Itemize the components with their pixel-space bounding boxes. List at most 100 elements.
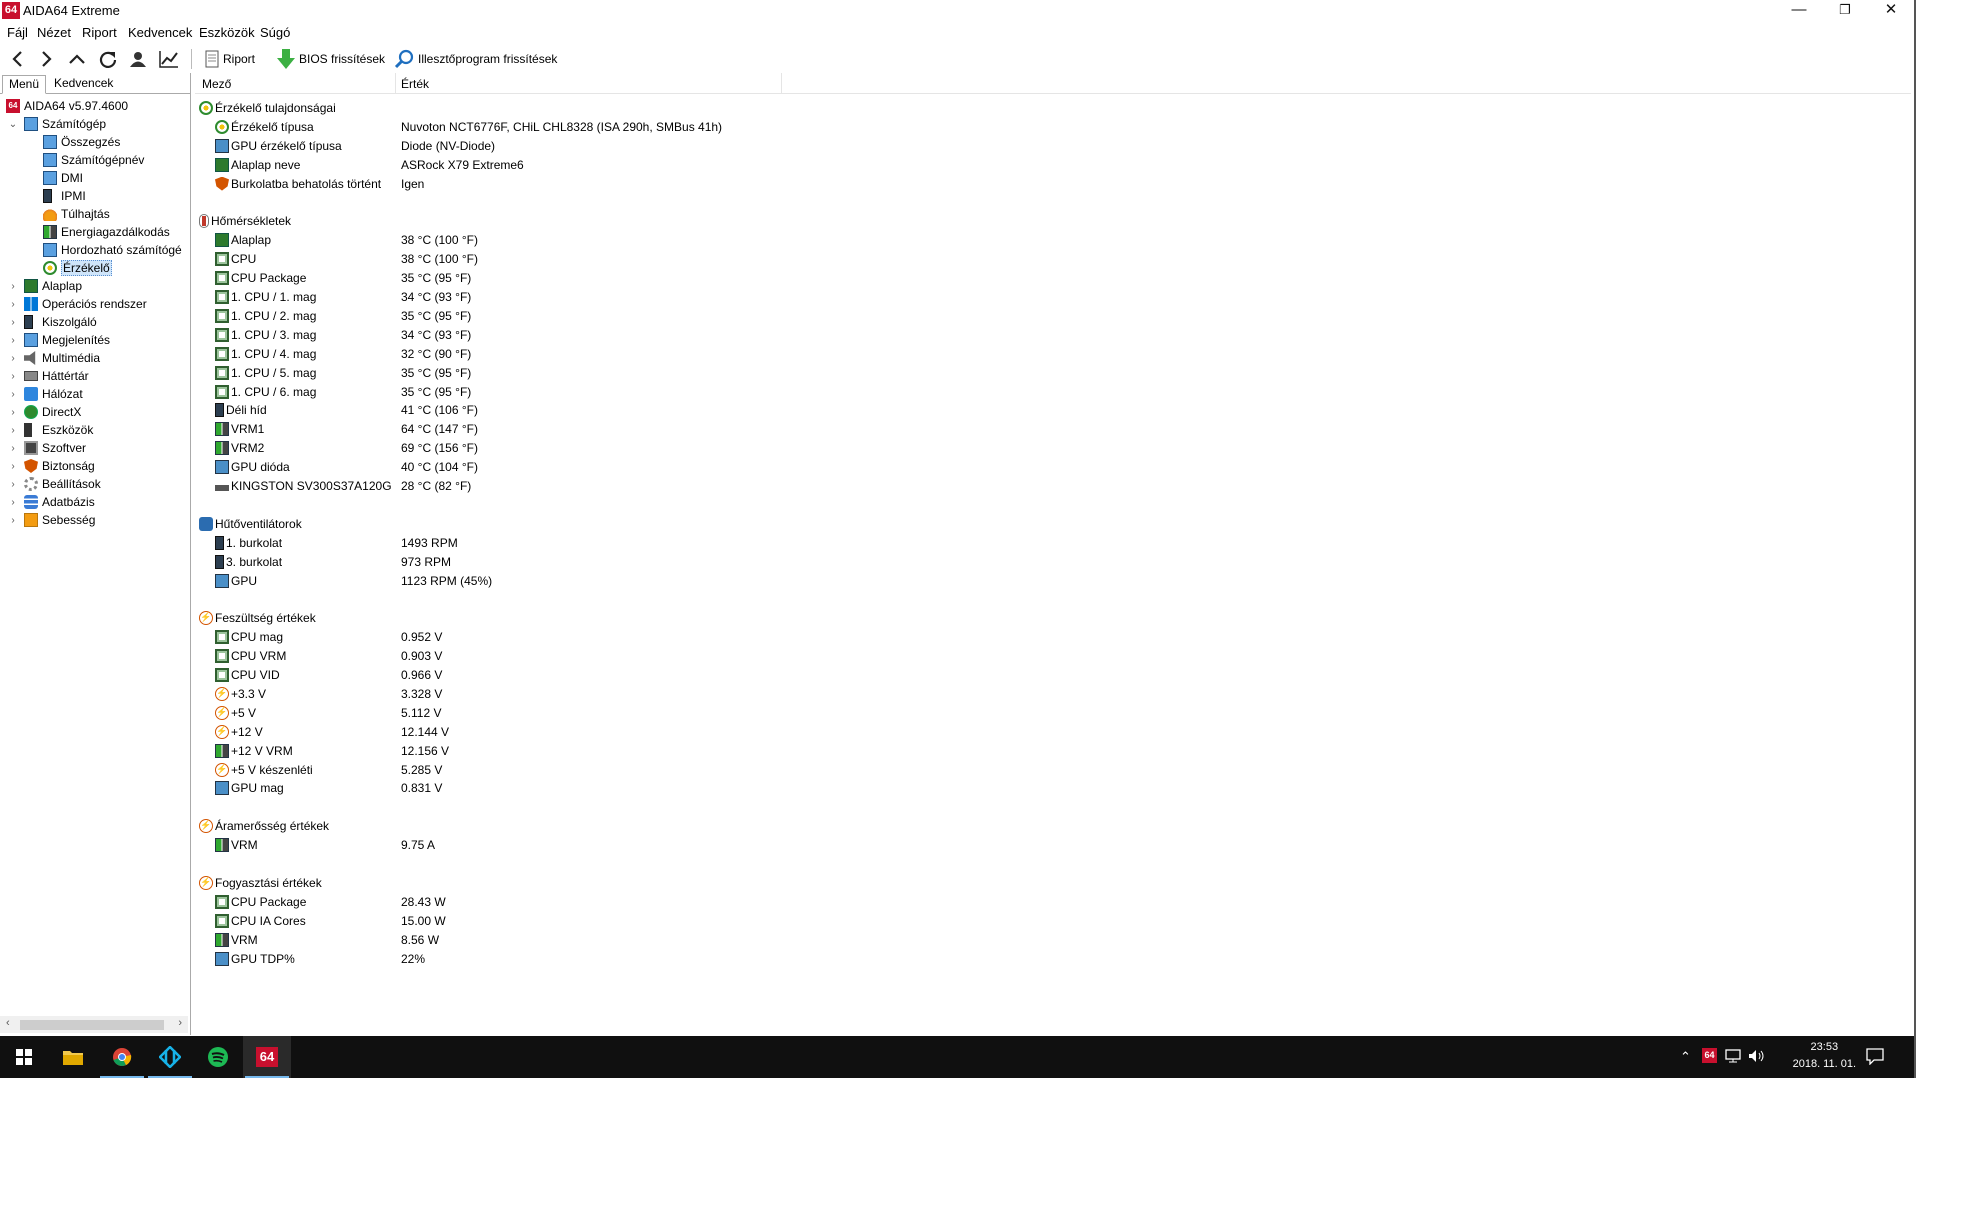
back-icon[interactable] xyxy=(5,47,29,71)
tree-item-benchmark[interactable]: Sebesség xyxy=(24,511,95,529)
column-value[interactable]: Érték xyxy=(401,77,429,91)
tree-item-computer[interactable]: Számítógép xyxy=(24,115,106,133)
table-row[interactable]: VRM1 64 °C (147 °F) xyxy=(195,420,1911,438)
clock[interactable]: 23:53 2018. 11. 01. xyxy=(1793,1039,1856,1073)
expand-icon[interactable]: › xyxy=(8,349,18,367)
table-row[interactable]: 1. CPU / 5. mag 35 °C (95 °F) xyxy=(195,364,1911,382)
expand-icon[interactable]: › xyxy=(8,511,18,529)
table-row[interactable]: 1. CPU / 2. mag 35 °C (95 °F) xyxy=(195,307,1911,325)
tree-item-root[interactable]: 64 AIDA64 v5.97.4600 xyxy=(6,97,128,115)
spotify-button[interactable] xyxy=(194,1036,242,1078)
table-row[interactable]: 1. CPU / 1. mag 34 °C (93 °F) xyxy=(195,288,1911,306)
column-divider[interactable] xyxy=(781,73,782,93)
expand-icon[interactable]: › xyxy=(8,385,18,403)
tree-item-network[interactable]: Hálózat xyxy=(24,385,83,403)
tree-item-directx[interactable]: DirectX xyxy=(24,403,81,421)
table-row[interactable]: VRM 9.75 A xyxy=(195,836,1911,854)
expand-icon[interactable]: › xyxy=(8,493,18,511)
menu-report[interactable]: Riport xyxy=(82,25,117,40)
tree-item-operating-system[interactable]: Operációs rendszer xyxy=(24,295,147,313)
table-row[interactable]: ⚡ +5 V 5.112 V xyxy=(195,704,1911,722)
refresh-icon[interactable] xyxy=(96,47,120,71)
tree-item-multimedia[interactable]: Multimédia xyxy=(24,349,100,367)
table-row[interactable]: GPU dióda 40 °C (104 °F) xyxy=(195,458,1911,476)
driver-update-button[interactable]: Illesztőprogram frissítések xyxy=(394,47,557,71)
tree-item-ipmi[interactable]: IPMI xyxy=(43,187,86,205)
tab-favorites[interactable]: Kedvencek xyxy=(48,75,119,92)
table-row[interactable]: CPU 38 °C (100 °F) xyxy=(195,250,1911,268)
table-row[interactable]: 1. CPU / 4. mag 32 °C (90 °F) xyxy=(195,345,1911,363)
table-row[interactable]: Érzékelő típusa Nuvoton NCT6776F, CHiL CH… xyxy=(195,118,1911,136)
expand-icon[interactable]: › xyxy=(8,295,18,313)
expand-icon[interactable]: › xyxy=(8,367,18,385)
table-row[interactable]: 1. CPU / 6. mag 35 °C (95 °F) xyxy=(195,383,1911,401)
chrome-button[interactable] xyxy=(98,1036,146,1078)
collapse-icon[interactable]: ⌄ xyxy=(8,115,18,133)
notification-center-icon[interactable] xyxy=(1866,1048,1884,1065)
menu-favorites[interactable]: Kedvencek xyxy=(128,25,192,40)
table-row[interactable]: ⚡ +12 V 12.144 V xyxy=(195,723,1911,741)
forward-icon[interactable] xyxy=(35,47,59,71)
tree-item-overclock[interactable]: Túlhajtás xyxy=(43,205,110,223)
table-row[interactable]: GPU mag 0.831 V xyxy=(195,779,1911,797)
bios-update-button[interactable]: BIOS frissítések xyxy=(277,47,385,71)
report-button[interactable]: Riport xyxy=(205,47,255,71)
table-row[interactable]: ⚡ +3.3 V 3.328 V xyxy=(195,685,1911,703)
tree-item-motherboard[interactable]: Alaplap xyxy=(24,277,82,295)
table-row[interactable]: 3. burkolat 973 RPM xyxy=(195,553,1911,571)
table-row[interactable]: GPU TDP% 22% xyxy=(195,950,1911,968)
expand-icon[interactable]: › xyxy=(8,457,18,475)
table-row[interactable]: CPU Package 35 °C (95 °F) xyxy=(195,269,1911,287)
tray-aida64-icon[interactable]: 64 xyxy=(1702,1048,1717,1063)
tree-item-display[interactable]: Megjelenítés xyxy=(24,331,110,349)
table-row[interactable]: CPU IA Cores 15.00 W xyxy=(195,912,1911,930)
tree-item-power-management[interactable]: Energiagazdálkodás xyxy=(43,223,170,241)
chart-icon[interactable] xyxy=(157,47,181,71)
aida64-taskbar-button[interactable]: 64 xyxy=(243,1036,291,1078)
tree-item-devices[interactable]: Eszközök xyxy=(24,421,93,439)
table-row[interactable]: GPU érzékelő típusa Diode (NV-Diode) xyxy=(195,137,1911,155)
minimize-button[interactable]: — xyxy=(1776,0,1822,22)
restore-button[interactable]: ❐ xyxy=(1822,0,1868,22)
column-divider[interactable] xyxy=(395,73,396,93)
expand-icon[interactable]: › xyxy=(8,421,18,439)
horizontal-scrollbar[interactable]: ‹ › xyxy=(0,1016,188,1033)
table-row[interactable]: KINGSTON SV300S37A120G 28 °C (82 °F) xyxy=(195,477,1911,495)
start-button[interactable] xyxy=(0,1036,48,1078)
table-row[interactable]: GPU 1123 RPM (45%) xyxy=(195,572,1911,590)
tree-item-software[interactable]: Szoftver xyxy=(24,439,86,457)
tree-item-security[interactable]: Biztonság xyxy=(24,457,95,475)
tree-item-settings[interactable]: Beállítások xyxy=(24,475,101,493)
scroll-right-icon[interactable]: › xyxy=(178,1017,182,1029)
network-tray-icon[interactable] xyxy=(1725,1049,1741,1063)
tree-item-computer-name[interactable]: Számítógépnév xyxy=(43,151,144,169)
tree-item-server[interactable]: Kiszolgáló xyxy=(24,313,97,331)
tray-expand-icon[interactable]: ⌃ xyxy=(1680,1049,1691,1065)
table-row[interactable]: Burkolatba behatolás történt Igen xyxy=(195,175,1911,193)
table-row[interactable]: Alaplap 38 °C (100 °F) xyxy=(195,231,1911,249)
tree-item-storage[interactable]: Háttértár xyxy=(24,367,89,385)
expand-icon[interactable]: › xyxy=(8,403,18,421)
user-icon[interactable] xyxy=(126,47,150,71)
expand-icon[interactable]: › xyxy=(8,475,18,493)
table-row[interactable]: VRM2 69 °C (156 °F) xyxy=(195,439,1911,457)
tree-item-sensor[interactable]: Érzékelő xyxy=(43,259,112,277)
volume-icon[interactable] xyxy=(1748,1049,1766,1063)
tree-item-database[interactable]: Adatbázis xyxy=(24,493,95,511)
table-row[interactable]: CPU VID 0.966 V xyxy=(195,666,1911,684)
scroll-left-icon[interactable]: ‹ xyxy=(6,1017,10,1029)
table-row[interactable]: +12 V VRM 12.156 V xyxy=(195,742,1911,760)
kodi-button[interactable] xyxy=(146,1036,194,1078)
expand-icon[interactable]: › xyxy=(8,313,18,331)
menu-file[interactable]: Fájl xyxy=(7,25,28,40)
table-row[interactable]: 1. CPU / 3. mag 34 °C (93 °F) xyxy=(195,326,1911,344)
tree-item-summary[interactable]: Összegzés xyxy=(43,133,120,151)
menu-tools[interactable]: Eszközök xyxy=(199,25,255,40)
menu-view[interactable]: Nézet xyxy=(37,25,71,40)
tree-item-dmi[interactable]: DMI xyxy=(43,169,83,187)
expand-icon[interactable]: › xyxy=(8,277,18,295)
table-row[interactable]: Déli híd 41 °C (106 °F) xyxy=(195,401,1911,419)
table-row[interactable]: CPU VRM 0.903 V xyxy=(195,647,1911,665)
scrollbar-thumb[interactable] xyxy=(20,1020,164,1030)
table-row[interactable]: CPU mag 0.952 V xyxy=(195,628,1911,646)
